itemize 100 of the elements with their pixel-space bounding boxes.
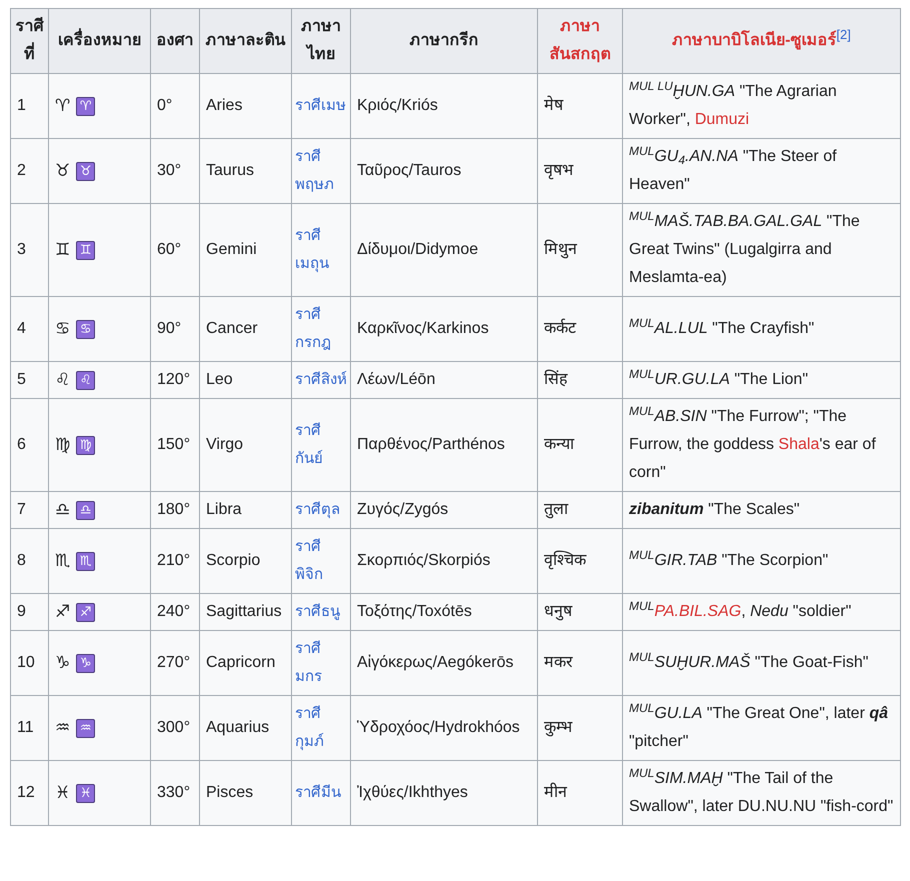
babylonian-description: $^{MUL}$SUḪUR.MAŠ "The Goat-Fish" bbox=[629, 654, 868, 671]
latin-name: Gemini bbox=[206, 241, 257, 258]
sanskrit-name: मिथुन bbox=[544, 241, 577, 258]
latin-name: Libra bbox=[206, 501, 242, 518]
greek-name: Παρθένος/Parthénos bbox=[357, 436, 505, 453]
sanskrit-name: वृषभ bbox=[544, 162, 573, 179]
latin-name: Capricorn bbox=[206, 654, 276, 671]
babylonian-description: $^{MUL}$GU.LA "The Great One", later qâ "pitcher" bbox=[629, 705, 888, 750]
degree-cell: 240° bbox=[157, 603, 190, 620]
babylonian-description: $^{MUL}$UR.GU.LA "The Lion" bbox=[629, 371, 808, 388]
degree-cell: 180° bbox=[157, 501, 190, 518]
zodiac-emoji-icon: ♒ bbox=[76, 718, 96, 738]
babylonian-description: $^{MUL}$MAŠ.TAB.BA.GAL.GAL "The Great Twins" (Lugalgirra and Meslamta-ea) bbox=[629, 213, 860, 286]
row-number: 4 bbox=[17, 320, 26, 337]
babylonian-description: $^{MUL LU}$ḪUN.GA "The Agrarian Worker", Dumuzi bbox=[629, 83, 837, 128]
greek-name: Λέων/Léōn bbox=[357, 371, 436, 388]
degree-cell: 210° bbox=[157, 552, 190, 569]
sanskrit-name: वृश्चिक bbox=[544, 552, 586, 569]
greek-name: Ἰχθύες/Ikhthyes bbox=[357, 784, 468, 801]
degree-cell: 30° bbox=[157, 162, 182, 179]
sanskrit-name: धनुष bbox=[544, 603, 572, 620]
latin-name: Cancer bbox=[206, 320, 258, 337]
row-number: 11 bbox=[17, 719, 34, 736]
zodiac-symbol: ♌ bbox=[55, 369, 70, 392]
zodiac-emoji-icon: ♍ bbox=[76, 436, 96, 454]
zodiac-emoji-icon: ♐ bbox=[76, 602, 96, 622]
greek-name: Αἰγόκερως/Aegókerōs bbox=[357, 654, 514, 671]
wiki-link[interactable]: Dumuzi bbox=[694, 111, 750, 128]
column-header: ภาษากรีก bbox=[410, 32, 478, 49]
zodiac-emoji-icon: ♋ bbox=[76, 320, 96, 338]
row-number: 9 bbox=[17, 603, 26, 620]
zodiac-emoji-icon: ♑ bbox=[76, 654, 96, 672]
babylonian-description: $^{MUL}$AL.LUL "The Crayfish" bbox=[629, 320, 814, 337]
greek-name: Τοξότης/Toxótēs bbox=[357, 603, 472, 620]
sanskrit-name: मीन bbox=[544, 784, 567, 801]
babylonian-description: zibanitum "The Scales" bbox=[629, 501, 800, 518]
latin-name: Virgo bbox=[206, 436, 244, 453]
zodiac-symbol: ♋ bbox=[55, 318, 70, 341]
zodiac-symbol: ♓ bbox=[55, 782, 70, 805]
row-number: 10 bbox=[17, 654, 35, 671]
sanskrit-name: कुम्भ bbox=[544, 719, 572, 736]
zodiac-symbol: ♎ bbox=[55, 499, 70, 522]
row-number: 8 bbox=[17, 552, 26, 569]
latin-name: Taurus bbox=[206, 162, 254, 179]
degree-cell: 300° bbox=[157, 719, 190, 736]
greek-name: Ζυγός/Zygós bbox=[357, 501, 448, 518]
column-header: ภาษาไทย bbox=[301, 18, 341, 63]
zodiac-symbol: ♍ bbox=[55, 434, 70, 457]
greek-name: Καρκῖνος/Karkinos bbox=[357, 320, 489, 337]
zodiac-symbol: ♐ bbox=[55, 601, 70, 624]
greek-name: Κριός/Kriós bbox=[357, 97, 438, 114]
greek-name: Σκορπιός/Skorpiós bbox=[357, 552, 490, 569]
degree-cell: 150° bbox=[157, 436, 190, 453]
degree-cell: 60° bbox=[157, 241, 182, 258]
row-number: 7 bbox=[17, 501, 26, 518]
sanskrit-name: सिंह bbox=[544, 371, 568, 388]
sanskrit-name: मकर bbox=[544, 654, 573, 671]
babylonian-description: $^{MUL}$GIR.TAB "The Scorpion" bbox=[629, 552, 828, 569]
zodiac-emoji-icon: ♈ bbox=[76, 96, 96, 116]
zodiac-emoji-icon: ♉ bbox=[76, 162, 96, 180]
column-header: ภาษาละติน bbox=[206, 32, 286, 49]
zodiac-symbol: ♊ bbox=[55, 239, 70, 262]
reference-link[interactable]: [2] bbox=[836, 26, 851, 42]
degree-cell: 90° bbox=[157, 320, 182, 337]
zodiac-symbol: ♑ bbox=[55, 652, 70, 675]
degree-cell: 0° bbox=[157, 97, 172, 114]
zodiac-symbol: ♉ bbox=[55, 160, 70, 183]
zodiac-emoji-icon: ♏ bbox=[76, 552, 96, 570]
column-header[interactable]: ภาษาบาบิโลเนีย-ซูเมอร์ bbox=[672, 27, 836, 55]
wiki-link[interactable]: Shala bbox=[778, 436, 820, 453]
zodiac-symbol: ♏ bbox=[55, 550, 70, 573]
degree-cell: 270° bbox=[157, 654, 190, 671]
babylonian-description: $^{MUL}$GU$_{4}$.AN.NA "The Steer of Heaven" bbox=[629, 148, 837, 193]
latin-name: Sagittarius bbox=[206, 603, 282, 620]
latin-name: Scorpio bbox=[206, 552, 260, 569]
greek-name: Ὑδροχόος/Hydrokhóos bbox=[357, 719, 520, 736]
zodiac-symbol: ♒ bbox=[55, 717, 70, 740]
greek-name: Ταῦρος/Tauros bbox=[357, 162, 462, 179]
latin-name: Aquarius bbox=[206, 719, 270, 736]
degree-cell: 120° bbox=[157, 371, 190, 388]
row-number: 3 bbox=[17, 241, 26, 258]
zodiac-emoji-icon: ♌ bbox=[76, 370, 96, 390]
babylonian-description: $^{MUL}$PA.BIL.SAG, Nedu "soldier" bbox=[629, 603, 852, 620]
sanskrit-name: तुला bbox=[544, 501, 568, 518]
zodiac-symbol: ♈ bbox=[55, 95, 70, 118]
row-number: 2 bbox=[17, 162, 26, 179]
latin-name: Aries bbox=[206, 97, 242, 114]
column-header: ราศีที่ bbox=[16, 18, 44, 63]
sanskrit-name: कन्या bbox=[544, 436, 574, 453]
babylonian-description: $^{MUL}$AB.SIN "The Furrow"; "The Furrow, the goddess Shala's ear of corn" bbox=[629, 408, 876, 481]
sanskrit-name: कर्कट bbox=[544, 320, 576, 337]
latin-name: Leo bbox=[206, 371, 233, 388]
row-number: 12 bbox=[17, 784, 35, 801]
greek-name: Δίδυμοι/Didymoe bbox=[357, 241, 478, 258]
column-header: องศา bbox=[156, 32, 194, 49]
babylonian-description: $^{MUL}$SIM.MAḪ "The Tail of the Swallow", later DU.NU.NU "fish-cord" bbox=[629, 770, 894, 815]
sanskrit-name: मेष bbox=[544, 97, 563, 114]
zodiac-emoji-icon: ♓ bbox=[76, 784, 96, 802]
row-number: 5 bbox=[17, 371, 26, 388]
wiki-link[interactable]: PA.BIL.SAG bbox=[654, 603, 742, 620]
